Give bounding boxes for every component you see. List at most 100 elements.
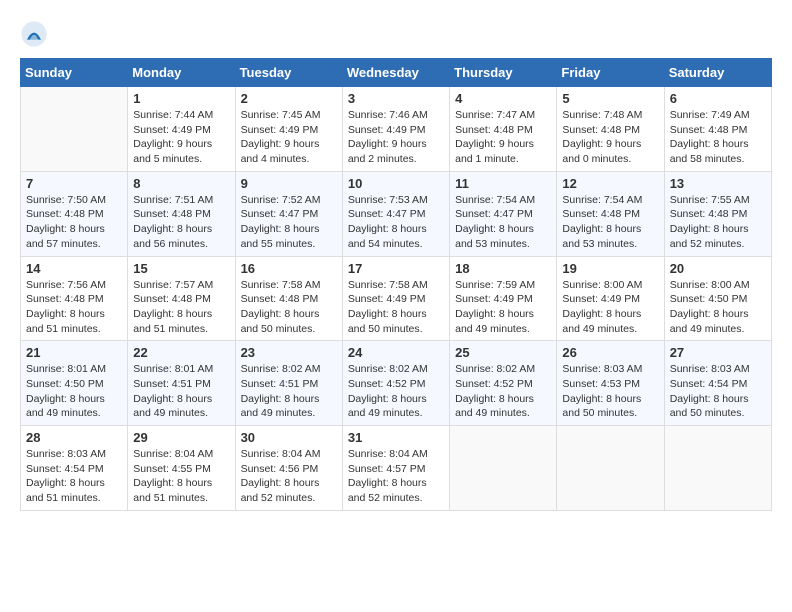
- calendar-cell: [557, 426, 664, 511]
- calendar-cell: 23 Sunrise: 8:02 AMSunset: 4:51 PMDayligh…: [235, 341, 342, 426]
- calendar-cell: 1 Sunrise: 7:44 AMSunset: 4:49 PMDaylight…: [128, 87, 235, 172]
- day-info: Sunrise: 8:04 AMSunset: 4:56 PMDaylight:…: [241, 447, 337, 506]
- day-number: 2: [241, 91, 337, 106]
- day-info: Sunrise: 8:01 AMSunset: 4:50 PMDaylight:…: [26, 362, 122, 421]
- day-number: 19: [562, 261, 658, 276]
- weekday-header-tuesday: Tuesday: [235, 59, 342, 87]
- day-info: Sunrise: 7:58 AMSunset: 4:48 PMDaylight:…: [241, 278, 337, 337]
- calendar-cell: 19 Sunrise: 8:00 AMSunset: 4:49 PMDayligh…: [557, 256, 664, 341]
- day-info: Sunrise: 8:03 AMSunset: 4:54 PMDaylight:…: [670, 362, 766, 421]
- calendar-cell: 25Sunrise: 8:02 AMSunset: 4:52 PMDayligh…: [450, 341, 557, 426]
- calendar-cell: 14 Sunrise: 7:56 AMSunset: 4:48 PMDayligh…: [21, 256, 128, 341]
- day-info: Sunrise: 8:00 AMSunset: 4:50 PMDaylight:…: [670, 278, 766, 337]
- weekday-header-saturday: Saturday: [664, 59, 771, 87]
- calendar-body: 1 Sunrise: 7:44 AMSunset: 4:49 PMDaylight…: [21, 87, 772, 511]
- day-info: Sunrise: 7:56 AMSunset: 4:48 PMDaylight:…: [26, 278, 122, 337]
- calendar-cell: 5 Sunrise: 7:48 AMSunset: 4:48 PMDaylight…: [557, 87, 664, 172]
- calendar-cell: 8Sunrise: 7:51 AMSunset: 4:48 PMDaylight…: [128, 171, 235, 256]
- day-number: 22: [133, 345, 229, 360]
- day-number: 23: [241, 345, 337, 360]
- calendar-table: SundayMondayTuesdayWednesdayThursdayFrid…: [20, 58, 772, 511]
- day-number: 28: [26, 430, 122, 445]
- weekday-header-thursday: Thursday: [450, 59, 557, 87]
- day-number: 27: [670, 345, 766, 360]
- logo-icon: [20, 20, 48, 48]
- day-number: 10: [348, 176, 444, 191]
- calendar-cell: 10 Sunrise: 7:53 AMSunset: 4:47 PMDayligh…: [342, 171, 449, 256]
- day-info: Sunrise: 7:48 AMSunset: 4:48 PMDaylight:…: [562, 108, 658, 167]
- calendar-cell: 2 Sunrise: 7:45 AMSunset: 4:49 PMDaylight…: [235, 87, 342, 172]
- calendar-cell: [21, 87, 128, 172]
- day-number: 8: [133, 176, 229, 191]
- day-info: Sunrise: 7:49 AMSunset: 4:48 PMDaylight:…: [670, 108, 766, 167]
- day-info: Sunrise: 7:58 AMSunset: 4:49 PMDaylight:…: [348, 278, 444, 337]
- calendar-cell: 26 Sunrise: 8:03 AMSunset: 4:53 PMDayligh…: [557, 341, 664, 426]
- calendar-week-0: 1 Sunrise: 7:44 AMSunset: 4:49 PMDaylight…: [21, 87, 772, 172]
- day-number: 17: [348, 261, 444, 276]
- calendar-week-1: 7 Sunrise: 7:50 AMSunset: 4:48 PMDaylight…: [21, 171, 772, 256]
- day-info: Sunrise: 8:04 AMSunset: 4:57 PMDaylight:…: [348, 447, 444, 506]
- day-number: 24: [348, 345, 444, 360]
- day-number: 29: [133, 430, 229, 445]
- day-number: 7: [26, 176, 122, 191]
- day-info: Sunrise: 8:00 AMSunset: 4:49 PMDaylight:…: [562, 278, 658, 337]
- calendar-cell: 4Sunrise: 7:47 AMSunset: 4:48 PMDaylight…: [450, 87, 557, 172]
- day-info: Sunrise: 7:54 AMSunset: 4:48 PMDaylight:…: [562, 193, 658, 252]
- day-info: Sunrise: 7:55 AMSunset: 4:48 PMDaylight:…: [670, 193, 766, 252]
- day-info: Sunrise: 8:02 AMSunset: 4:52 PMDaylight:…: [348, 362, 444, 421]
- day-number: 25: [455, 345, 551, 360]
- day-number: 9: [241, 176, 337, 191]
- day-info: Sunrise: 8:03 AMSunset: 4:53 PMDaylight:…: [562, 362, 658, 421]
- weekday-header-sunday: Sunday: [21, 59, 128, 87]
- day-number: 20: [670, 261, 766, 276]
- day-info: Sunrise: 7:53 AMSunset: 4:47 PMDaylight:…: [348, 193, 444, 252]
- calendar-cell: 3Sunrise: 7:46 AMSunset: 4:49 PMDaylight…: [342, 87, 449, 172]
- day-number: 3: [348, 91, 444, 106]
- day-info: Sunrise: 7:50 AMSunset: 4:48 PMDaylight:…: [26, 193, 122, 252]
- calendar-cell: 18Sunrise: 7:59 AMSunset: 4:49 PMDayligh…: [450, 256, 557, 341]
- weekday-header-friday: Friday: [557, 59, 664, 87]
- calendar-cell: 11 Sunrise: 7:54 AMSunset: 4:47 PMDayligh…: [450, 171, 557, 256]
- weekday-header-wednesday: Wednesday: [342, 59, 449, 87]
- calendar-cell: 7 Sunrise: 7:50 AMSunset: 4:48 PMDaylight…: [21, 171, 128, 256]
- calendar-cell: 30Sunrise: 8:04 AMSunset: 4:56 PMDayligh…: [235, 426, 342, 511]
- day-number: 31: [348, 430, 444, 445]
- day-number: 14: [26, 261, 122, 276]
- day-number: 1: [133, 91, 229, 106]
- calendar-week-4: 28 Sunrise: 8:03 AMSunset: 4:54 PMDayligh…: [21, 426, 772, 511]
- day-info: Sunrise: 7:44 AMSunset: 4:49 PMDaylight:…: [133, 108, 229, 167]
- calendar-cell: 29 Sunrise: 8:04 AMSunset: 4:55 PMDayligh…: [128, 426, 235, 511]
- calendar-cell: 6 Sunrise: 7:49 AMSunset: 4:48 PMDaylight…: [664, 87, 771, 172]
- calendar-cell: 9 Sunrise: 7:52 AMSunset: 4:47 PMDaylight…: [235, 171, 342, 256]
- calendar-cell: 28 Sunrise: 8:03 AMSunset: 4:54 PMDayligh…: [21, 426, 128, 511]
- calendar-cell: 13 Sunrise: 7:55 AMSunset: 4:48 PMDayligh…: [664, 171, 771, 256]
- calendar-week-2: 14 Sunrise: 7:56 AMSunset: 4:48 PMDayligh…: [21, 256, 772, 341]
- page-header: [20, 20, 772, 48]
- calendar-header: SundayMondayTuesdayWednesdayThursdayFrid…: [21, 59, 772, 87]
- weekday-row: SundayMondayTuesdayWednesdayThursdayFrid…: [21, 59, 772, 87]
- logo: [20, 20, 52, 48]
- day-number: 6: [670, 91, 766, 106]
- day-number: 12: [562, 176, 658, 191]
- calendar-cell: 22Sunrise: 8:01 AMSunset: 4:51 PMDayligh…: [128, 341, 235, 426]
- day-info: Sunrise: 7:45 AMSunset: 4:49 PMDaylight:…: [241, 108, 337, 167]
- day-info: Sunrise: 7:47 AMSunset: 4:48 PMDaylight:…: [455, 108, 551, 167]
- calendar-cell: [664, 426, 771, 511]
- day-info: Sunrise: 8:03 AMSunset: 4:54 PMDaylight:…: [26, 447, 122, 506]
- calendar-cell: [450, 426, 557, 511]
- calendar-week-3: 21Sunrise: 8:01 AMSunset: 4:50 PMDayligh…: [21, 341, 772, 426]
- day-number: 11: [455, 176, 551, 191]
- day-info: Sunrise: 8:04 AMSunset: 4:55 PMDaylight:…: [133, 447, 229, 506]
- calendar-cell: 15Sunrise: 7:57 AMSunset: 4:48 PMDayligh…: [128, 256, 235, 341]
- day-info: Sunrise: 7:59 AMSunset: 4:49 PMDaylight:…: [455, 278, 551, 337]
- day-number: 5: [562, 91, 658, 106]
- day-number: 26: [562, 345, 658, 360]
- day-info: Sunrise: 7:52 AMSunset: 4:47 PMDaylight:…: [241, 193, 337, 252]
- day-info: Sunrise: 8:02 AMSunset: 4:51 PMDaylight:…: [241, 362, 337, 421]
- day-info: Sunrise: 7:54 AMSunset: 4:47 PMDaylight:…: [455, 193, 551, 252]
- calendar-cell: 21Sunrise: 8:01 AMSunset: 4:50 PMDayligh…: [21, 341, 128, 426]
- calendar-cell: 27 Sunrise: 8:03 AMSunset: 4:54 PMDayligh…: [664, 341, 771, 426]
- weekday-header-monday: Monday: [128, 59, 235, 87]
- calendar-cell: 17 Sunrise: 7:58 AMSunset: 4:49 PMDayligh…: [342, 256, 449, 341]
- day-number: 13: [670, 176, 766, 191]
